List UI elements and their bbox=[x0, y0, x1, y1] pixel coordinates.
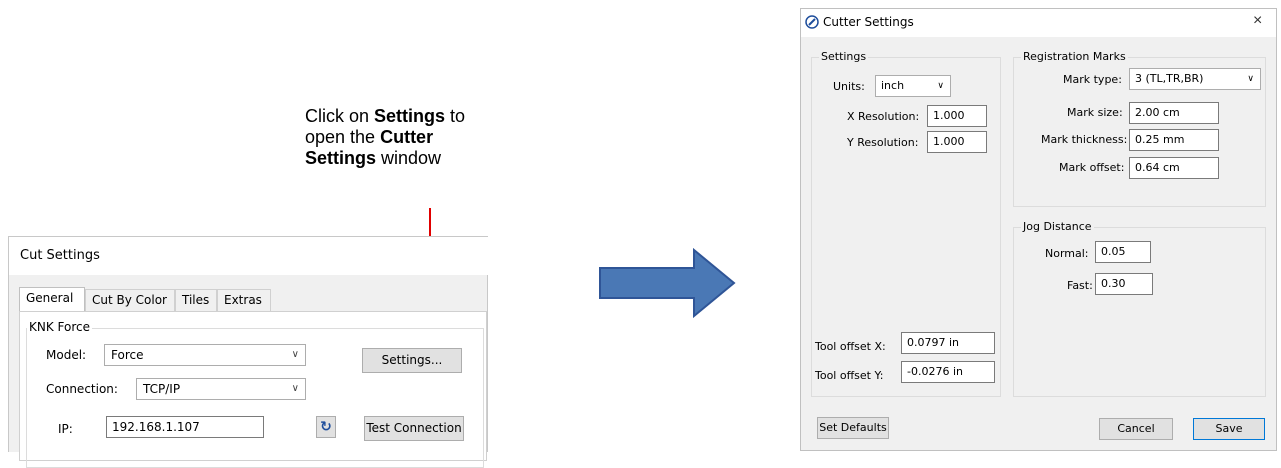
instruction-text: Click on Settings to open the Cutter Set… bbox=[305, 106, 466, 168]
units-value: inch bbox=[881, 79, 905, 92]
big-right-arrow-icon bbox=[599, 248, 736, 318]
ip-label: IP: bbox=[58, 422, 73, 436]
tool-offset-x-field[interactable]: 0.0797 in bbox=[901, 332, 995, 354]
mark-type-value: 3 (TL,TR,BR) bbox=[1135, 72, 1204, 85]
tab-general[interactable]: General bbox=[19, 287, 85, 311]
units-select[interactable]: inch ∨ bbox=[875, 75, 951, 97]
tab-tiles[interactable]: Tiles bbox=[175, 289, 217, 311]
save-button[interactable]: Save bbox=[1193, 418, 1265, 440]
group-label: KNK Force bbox=[27, 320, 92, 334]
chevron-down-icon: ∨ bbox=[937, 81, 944, 91]
set-defaults-button[interactable]: Set Defaults bbox=[817, 417, 889, 439]
registration-marks-label: Registration Marks bbox=[1021, 50, 1128, 63]
x-resolution-label: X Resolution: bbox=[847, 110, 920, 123]
mark-thickness-label: Mark thickness: bbox=[1041, 133, 1128, 146]
pencil-icon bbox=[805, 15, 819, 29]
chevron-down-icon: ∨ bbox=[291, 383, 299, 394]
settings-group-label: Settings bbox=[819, 50, 869, 63]
mark-size-label: Mark size: bbox=[1067, 106, 1123, 119]
mark-offset-label: Mark offset: bbox=[1059, 161, 1125, 174]
mark-size-field[interactable]: 2.00 cm bbox=[1129, 102, 1219, 124]
chevron-down-icon: ∨ bbox=[291, 349, 299, 360]
ip-field[interactable]: 192.168.1.107 bbox=[106, 416, 264, 438]
connection-label: Connection: bbox=[46, 382, 118, 396]
test-connection-button[interactable]: Test Connection bbox=[364, 416, 464, 441]
mark-offset-field[interactable]: 0.64 cm bbox=[1129, 157, 1219, 179]
y-resolution-label: Y Resolution: bbox=[847, 136, 919, 149]
settings-button[interactable]: Settings... bbox=[362, 348, 462, 373]
model-select[interactable]: Force ∨ bbox=[104, 344, 306, 366]
model-value: Force bbox=[111, 348, 144, 362]
normal-field[interactable]: 0.05 bbox=[1095, 241, 1151, 263]
tool-offset-y-field[interactable]: -0.0276 in bbox=[901, 361, 995, 383]
y-resolution-field[interactable]: 1.000 bbox=[927, 131, 987, 153]
mark-thickness-field[interactable]: 0.25 mm bbox=[1129, 129, 1219, 151]
refresh-button[interactable]: ↻ bbox=[316, 416, 336, 438]
units-label: Units: bbox=[833, 80, 865, 93]
model-label: Model: bbox=[46, 348, 87, 362]
fast-label: Fast: bbox=[1067, 279, 1093, 292]
mark-type-select[interactable]: 3 (TL,TR,BR) ∨ bbox=[1129, 68, 1261, 90]
tab-extras[interactable]: Extras bbox=[217, 289, 271, 311]
connection-select[interactable]: TCP/IP ∨ bbox=[136, 378, 306, 400]
cancel-button[interactable]: Cancel bbox=[1099, 418, 1173, 440]
window-title: Cut Settings bbox=[9, 237, 489, 275]
refresh-icon: ↻ bbox=[320, 419, 332, 435]
window-title: Cutter Settings bbox=[823, 15, 914, 29]
tab-cut-by-color[interactable]: Cut By Color bbox=[85, 289, 175, 311]
x-resolution-field[interactable]: 1.000 bbox=[927, 105, 987, 127]
general-tab-panel: KNK Force Model: Force ∨ Settings... Con… bbox=[19, 311, 487, 468]
close-icon[interactable]: × bbox=[1253, 12, 1262, 30]
fast-field[interactable]: 0.30 bbox=[1095, 273, 1153, 295]
normal-label: Normal: bbox=[1045, 247, 1089, 260]
title-bar: Cutter Settings × bbox=[801, 9, 1276, 37]
tool-offset-x-label: Tool offset X: bbox=[815, 340, 886, 353]
cutter-settings-window: Cutter Settings × Settings Units: inch ∨… bbox=[800, 8, 1277, 451]
jog-distance-label: Jog Distance bbox=[1021, 220, 1094, 233]
tool-offset-y-label: Tool offset Y: bbox=[815, 369, 884, 382]
mark-type-label: Mark type: bbox=[1063, 73, 1122, 86]
cut-settings-window: Cut Settings General Cut By Color Tiles … bbox=[8, 236, 489, 468]
chevron-down-icon: ∨ bbox=[1247, 74, 1254, 84]
connection-value: TCP/IP bbox=[143, 382, 181, 396]
